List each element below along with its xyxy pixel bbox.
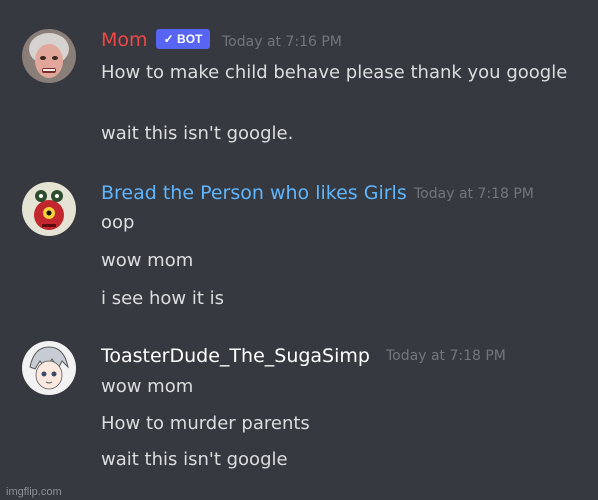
timestamp: Today at 7:18 PM: [386, 348, 506, 364]
toaster-avatar[interactable]: [22, 341, 76, 395]
author-name[interactable]: Bread the Person who likes Girls: [101, 182, 407, 204]
timestamp: Today at 7:18 PM: [414, 186, 534, 202]
message-line: wait this isn't google: [101, 449, 288, 470]
timestamp: Today at 7:16 PM: [222, 34, 342, 50]
bot-badge-label: BOT: [177, 32, 203, 46]
message-line: i see how it is: [101, 288, 224, 309]
mom-avatar[interactable]: [22, 29, 76, 83]
message-line: oop: [101, 212, 135, 233]
watermark: imgflip.com: [6, 486, 62, 498]
message-line: wow mom: [101, 376, 194, 397]
bread-avatar[interactable]: [22, 182, 76, 236]
author-name[interactable]: Mom: [101, 29, 148, 51]
message-line: How to make child behave please thank yo…: [101, 62, 568, 83]
check-icon: ✓: [163, 32, 174, 46]
message-line: wait this isn't google.: [101, 123, 294, 144]
message-line: wow mom: [101, 250, 194, 271]
author-name[interactable]: ToasterDude_The_SugaSimp: [101, 345, 370, 367]
message-line: How to murder parents: [101, 413, 310, 434]
bot-badge: ✓ BOT: [156, 29, 210, 49]
